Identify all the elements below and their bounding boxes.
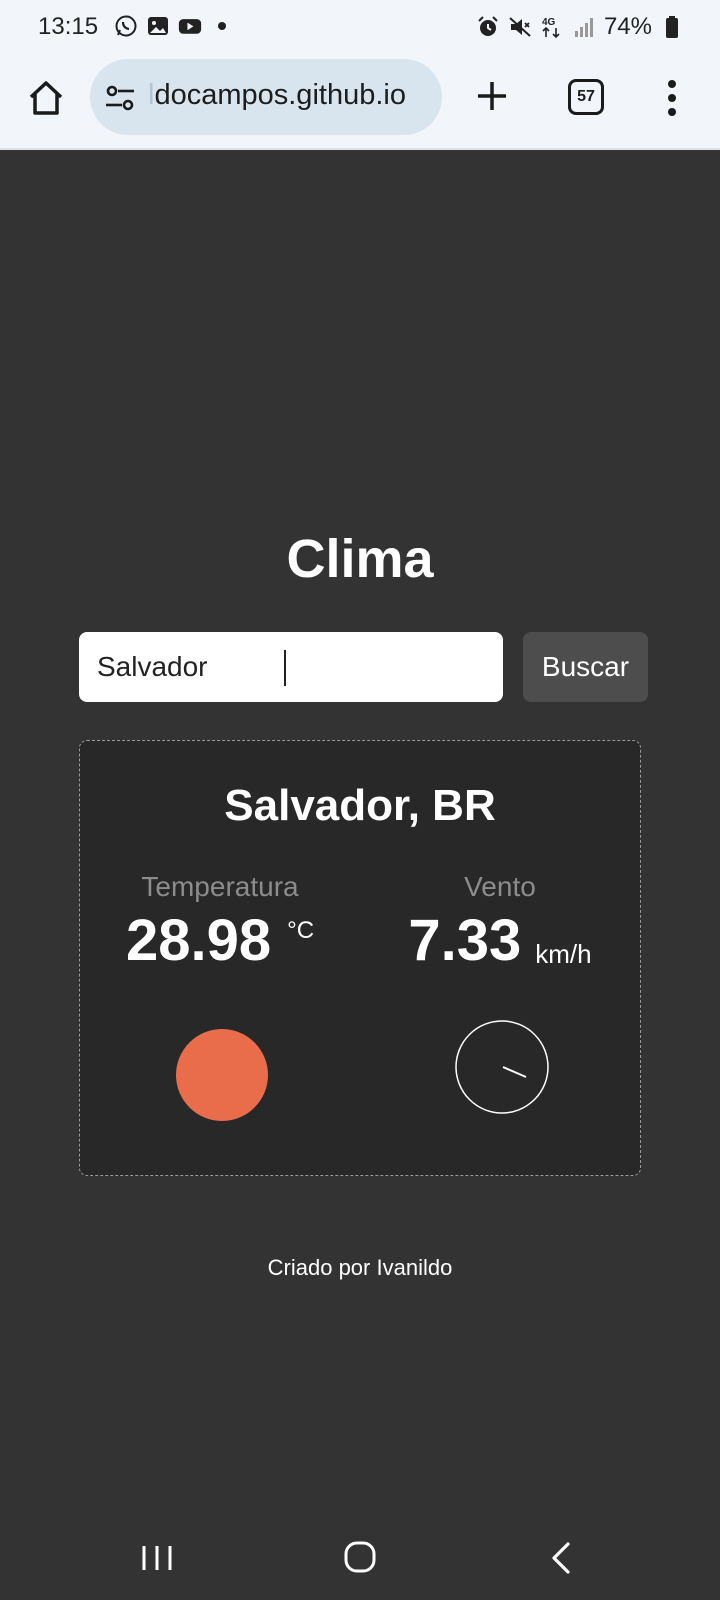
- menu-dot-icon: [668, 80, 676, 88]
- home-icon: [29, 81, 63, 115]
- alarm-icon: [476, 15, 500, 39]
- gallery-icon: [146, 14, 170, 38]
- mute-icon: [508, 15, 532, 39]
- whatsapp-icon: [114, 14, 138, 38]
- temperature-label: Temperatura: [141, 871, 299, 902]
- plus-icon: [478, 82, 506, 110]
- system-status: 4G 74%: [476, 13, 684, 41]
- wind-direction-dial: [455, 1020, 549, 1114]
- url-text[interactable]: ldocampos.github.io: [148, 79, 406, 112]
- search-input[interactable]: [97, 632, 437, 702]
- url-domain: docampos.github.io: [154, 79, 406, 111]
- wind-value: 7.33: [408, 908, 522, 973]
- menu-dot-icon: [668, 94, 676, 102]
- page-title: Clima: [286, 529, 434, 589]
- youtube-icon: [178, 14, 202, 38]
- network-label: 4G: [542, 17, 556, 28]
- browser-toolbar: ldocampos.github.io 57: [0, 52, 720, 150]
- wind-unit: km/h: [535, 939, 592, 969]
- footer-credit: Criado por Ivanildo: [267, 1255, 453, 1280]
- dot-icon: [210, 14, 234, 38]
- site-settings-icon[interactable]: [104, 83, 136, 113]
- weather-card: Salvador, BR Temperatura 28.98 °C Vento …: [79, 740, 641, 1176]
- search-box[interactable]: [79, 632, 552, 702]
- back-icon[interactable]: [548, 1540, 576, 1576]
- recents-icon[interactable]: [140, 1542, 174, 1574]
- tab-switcher-button[interactable]: 57: [568, 79, 604, 115]
- temperature-value: 28.98: [125, 908, 272, 973]
- wind-needle: [502, 1066, 527, 1078]
- more-menu-button[interactable]: [662, 76, 682, 120]
- address-bar[interactable]: ldocampos.github.io: [90, 59, 442, 135]
- status-bar: 13:15 4G 74%: [0, 0, 720, 52]
- navigation-bar: [0, 1520, 720, 1600]
- status-time: 13:15: [38, 13, 99, 40]
- home-nav-icon[interactable]: [343, 1540, 377, 1574]
- temperature-indicator: [176, 1029, 268, 1121]
- battery-percent: 74%: [603, 13, 652, 40]
- wind-section: Vento 7.33 km/h: [360, 871, 640, 972]
- temperature-unit: °C: [287, 917, 315, 944]
- city-name: Salvador, BR: [224, 781, 496, 830]
- notification-icons: [114, 14, 234, 38]
- wind-label: Vento: [464, 871, 536, 902]
- new-tab-button[interactable]: [470, 74, 514, 118]
- text-cursor: [284, 650, 286, 686]
- home-button[interactable]: [22, 74, 70, 122]
- signal-icon: [572, 15, 596, 39]
- battery-icon: [660, 15, 684, 39]
- search-button[interactable]: Buscar: [523, 632, 648, 702]
- menu-dot-icon: [668, 108, 676, 116]
- temperature-section: Temperatura 28.98 °C: [80, 871, 360, 972]
- 4g-icon: 4G: [540, 15, 564, 39]
